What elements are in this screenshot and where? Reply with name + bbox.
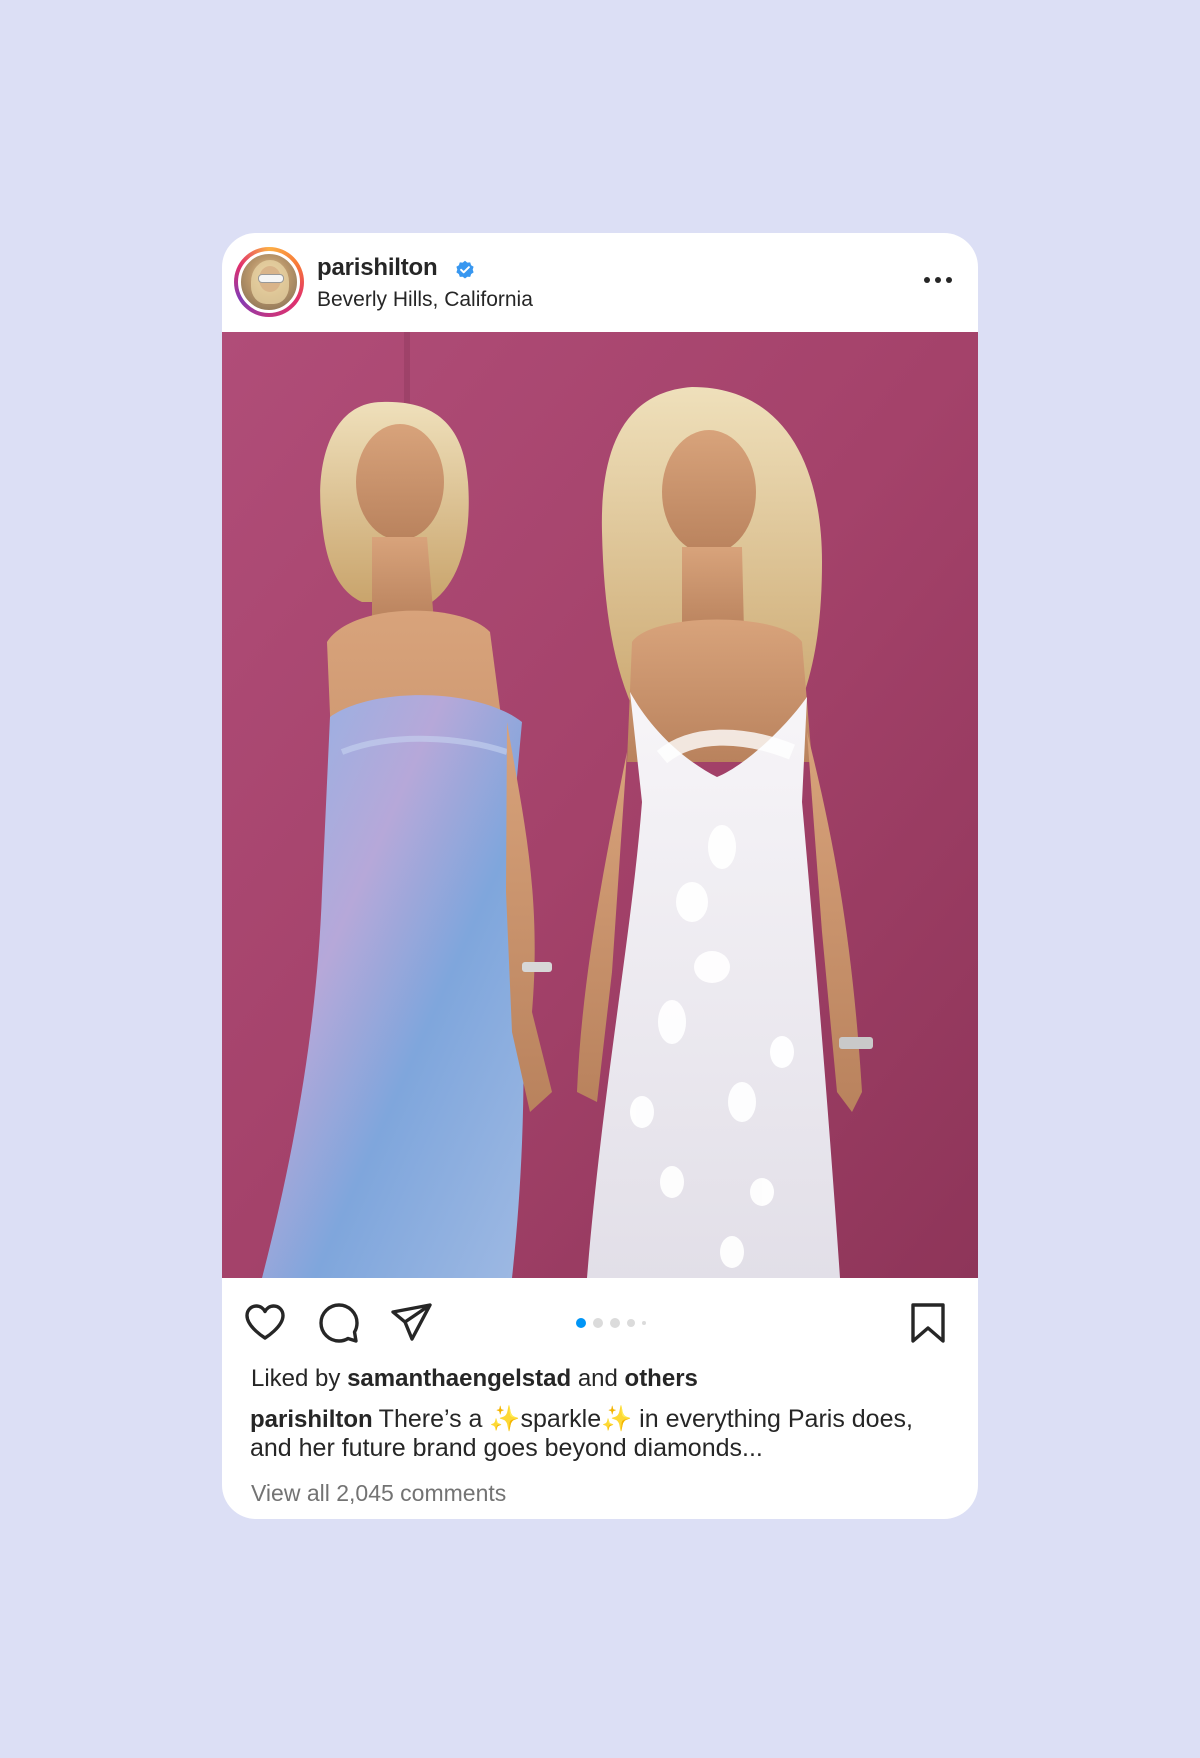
post-location[interactable]: Beverly Hills, California: [317, 288, 533, 312]
verified-badge-icon: [456, 260, 474, 279]
bookmark-icon[interactable]: [905, 1300, 951, 1346]
post-image[interactable]: [222, 332, 978, 1278]
post-header: parishilton Beverly Hills, California: [222, 233, 978, 332]
view-comments-link[interactable]: View all 2,045 comments: [251, 1480, 506, 1507]
comment-icon[interactable]: [316, 1300, 362, 1346]
post-card: parishilton Beverly Hills, California Li…: [222, 233, 978, 1519]
likes-summary[interactable]: Liked by samanthaengelstad and others: [251, 1365, 698, 1393]
more-horizontal-icon: [924, 277, 930, 283]
likes-others[interactable]: others: [625, 1365, 698, 1392]
post-caption: parishilton There’s a ✨sparkle✨ in everyt…: [250, 1405, 950, 1463]
carousel-indicator: [576, 1318, 646, 1328]
story-ring[interactable]: [234, 247, 304, 317]
liker-username[interactable]: samanthaengelstad: [347, 1365, 571, 1392]
more-options-button[interactable]: [918, 270, 958, 290]
caption-username[interactable]: parishilton: [250, 1406, 373, 1433]
heart-icon[interactable]: [242, 1300, 288, 1346]
send-icon[interactable]: [389, 1300, 435, 1346]
post-username[interactable]: parishilton: [317, 254, 438, 282]
post-photo-illustration: [222, 332, 978, 1278]
action-bar: [222, 1278, 978, 1368]
avatar[interactable]: [238, 251, 300, 313]
